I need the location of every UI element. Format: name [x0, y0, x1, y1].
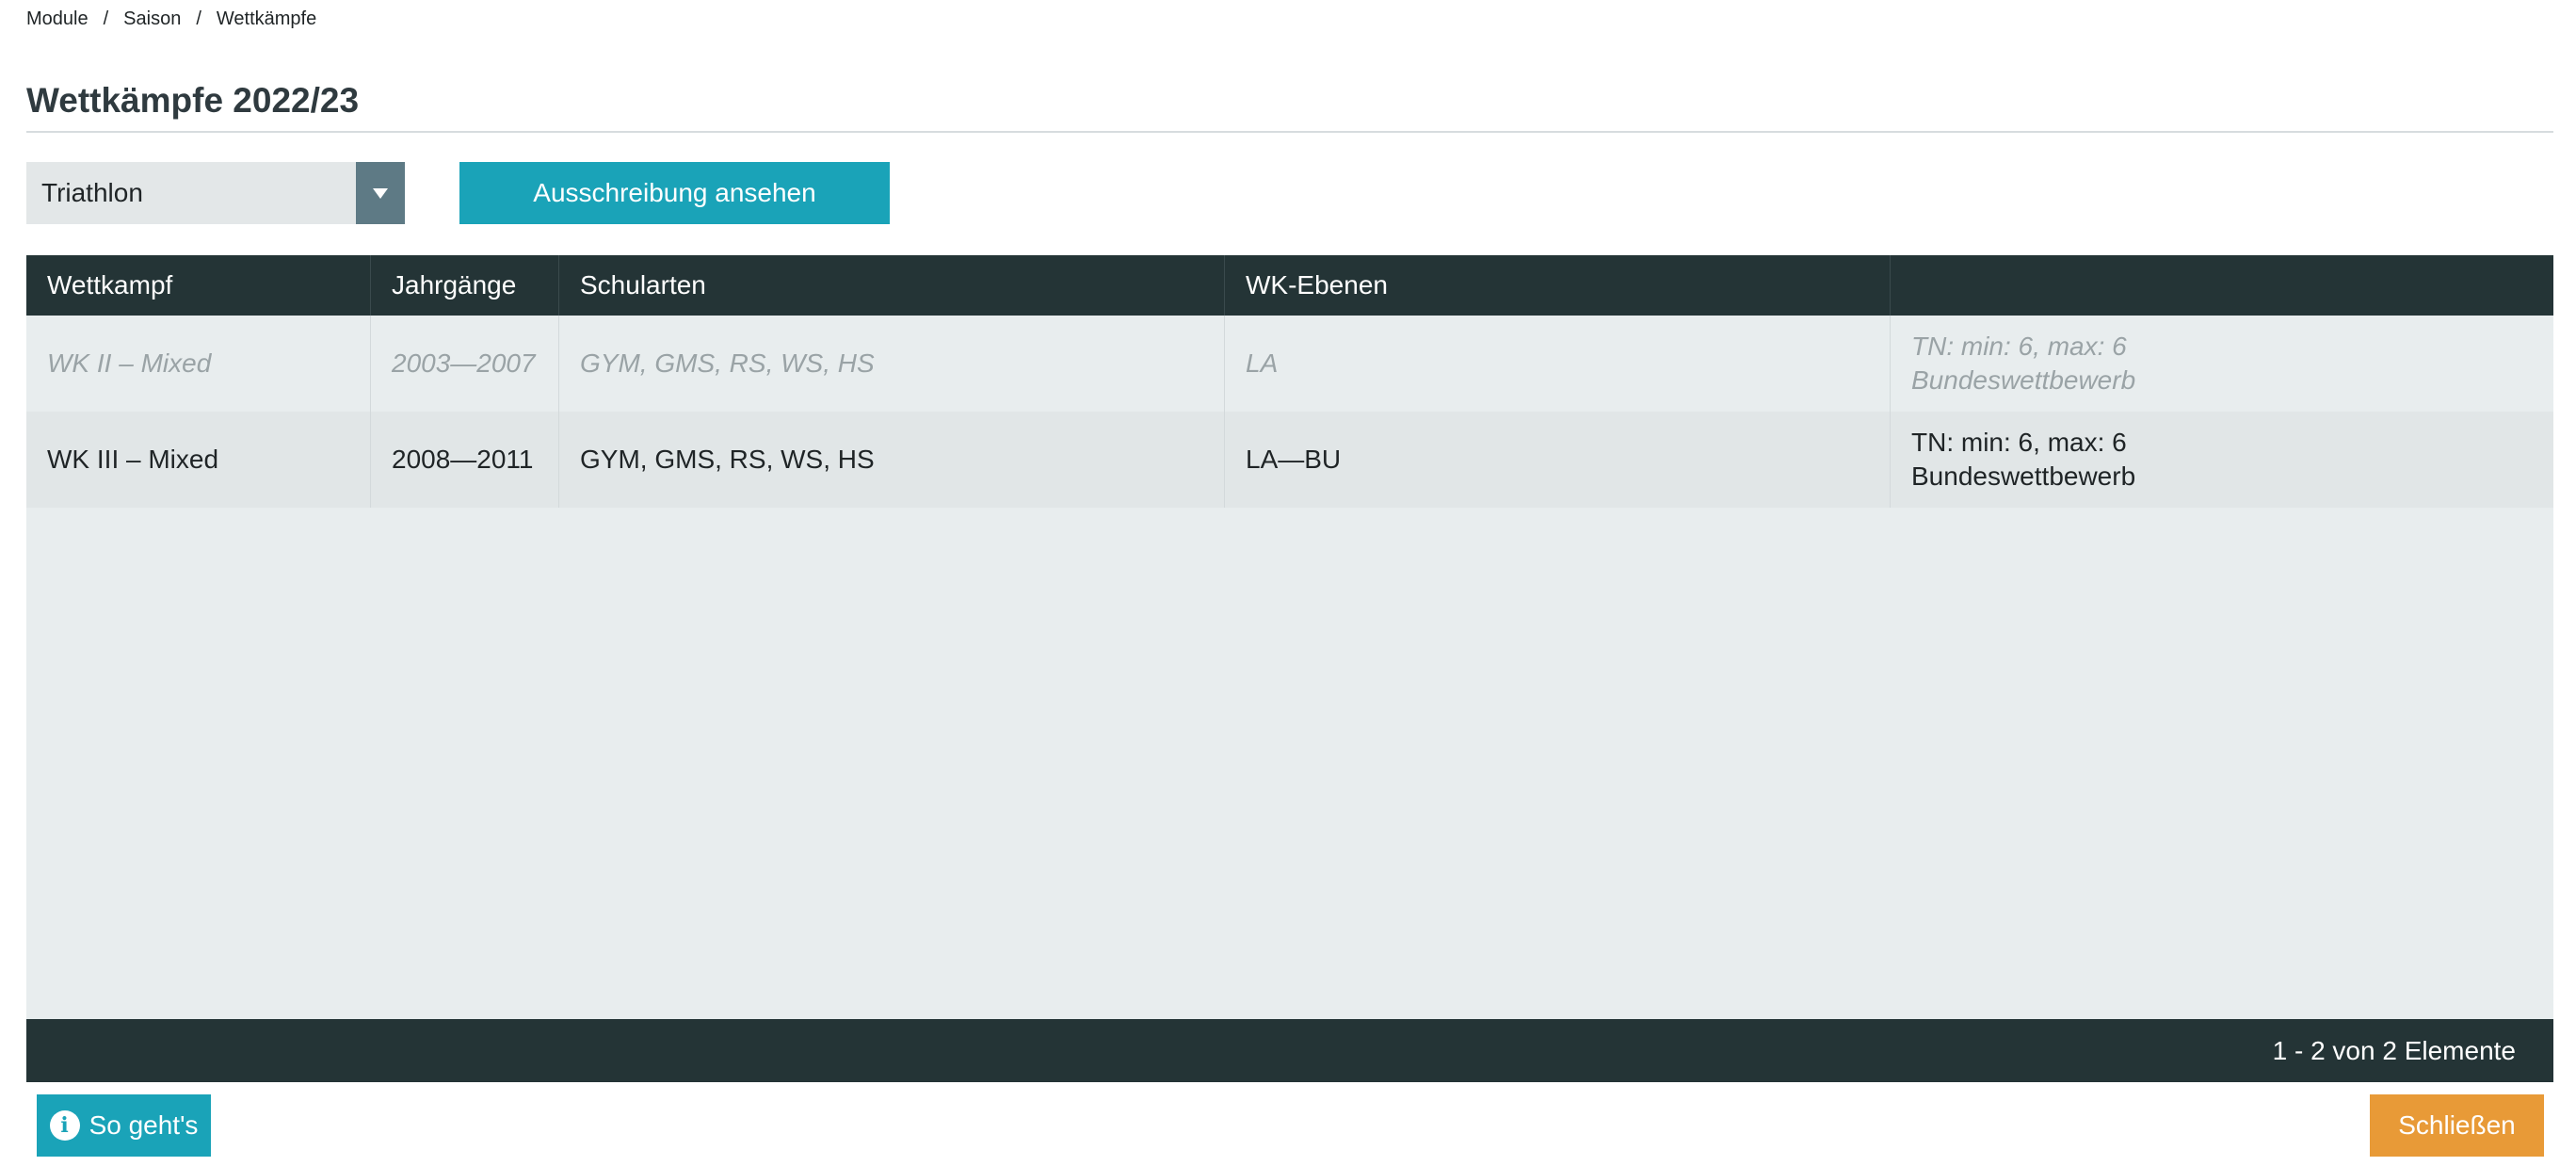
column-header-wettkampf[interactable]: Wettkampf	[26, 255, 371, 316]
help-button-label: So geht's	[89, 1110, 199, 1140]
page-title: Wettkämpfe 2022/23	[26, 81, 360, 120]
cell-info-participants: TN: min: 6, max: 6	[1911, 428, 2127, 457]
view-tender-button[interactable]: Ausschreibung ansehen	[459, 162, 890, 224]
cell-info: TN: min: 6, max: 6 Bundeswettbewerb	[1891, 316, 2553, 412]
table-row[interactable]: WK II – Mixed 2003—2007 GYM, GMS, RS, WS…	[26, 316, 2553, 412]
breadcrumb-separator: /	[196, 8, 201, 29]
sport-select[interactable]: Triathlon	[26, 162, 405, 224]
cell-jahrgaenge: 2008—2011	[371, 412, 559, 508]
cell-info-participants: TN: min: 6, max: 6	[1911, 332, 2127, 361]
breadcrumb-saison[interactable]: Saison	[123, 8, 181, 30]
cell-info-level: Bundeswettbewerb	[1911, 365, 2136, 395]
cell-schularten: GYM, GMS, RS, WS, HS	[559, 316, 1225, 412]
sport-select-value: Triathlon	[41, 178, 143, 207]
breadcrumb-separator: /	[103, 8, 109, 29]
title-divider	[26, 131, 2553, 133]
column-header-wk-ebenen[interactable]: WK-Ebenen	[1225, 255, 1891, 316]
column-header-schularten[interactable]: Schularten	[559, 255, 1225, 316]
breadcrumb: Module / Saison / Wettkämpfe	[26, 8, 316, 30]
info-icon: i	[49, 1110, 80, 1141]
competitions-table: Wettkampf Jahrgänge Schularten WK-Ebenen…	[26, 255, 2553, 1082]
cell-wettkampf: WK II – Mixed	[26, 316, 371, 412]
close-button[interactable]: Schließen	[2370, 1094, 2544, 1157]
table-row[interactable]: WK III – Mixed 2008—2011 GYM, GMS, RS, W…	[26, 412, 2553, 508]
column-header-jahrgaenge[interactable]: Jahrgänge	[371, 255, 559, 316]
table-header: Wettkampf Jahrgänge Schularten WK-Ebenen	[26, 255, 2553, 316]
cell-info: TN: min: 6, max: 6 Bundeswettbewerb	[1891, 412, 2553, 508]
cell-schularten: GYM, GMS, RS, WS, HS	[559, 412, 1225, 508]
breadcrumb-module[interactable]: Module	[26, 8, 89, 30]
cell-wk-ebenen: LA—BU	[1225, 412, 1891, 508]
cell-jahrgaenge: 2003—2007	[371, 316, 559, 412]
table-pager: 1 - 2 von 2 Elemente	[26, 1019, 2553, 1082]
cell-wettkampf: WK III – Mixed	[26, 412, 371, 508]
column-header-info	[1891, 255, 2553, 316]
breadcrumb-current: Wettkämpfe	[216, 8, 317, 29]
caret-down-icon[interactable]	[356, 162, 405, 224]
cell-info-level: Bundeswettbewerb	[1911, 462, 2136, 491]
pager-info: 1 - 2 von 2 Elemente	[2272, 1035, 2516, 1065]
cell-wk-ebenen: LA	[1225, 316, 1891, 412]
help-button[interactable]: i So geht's	[37, 1094, 211, 1157]
